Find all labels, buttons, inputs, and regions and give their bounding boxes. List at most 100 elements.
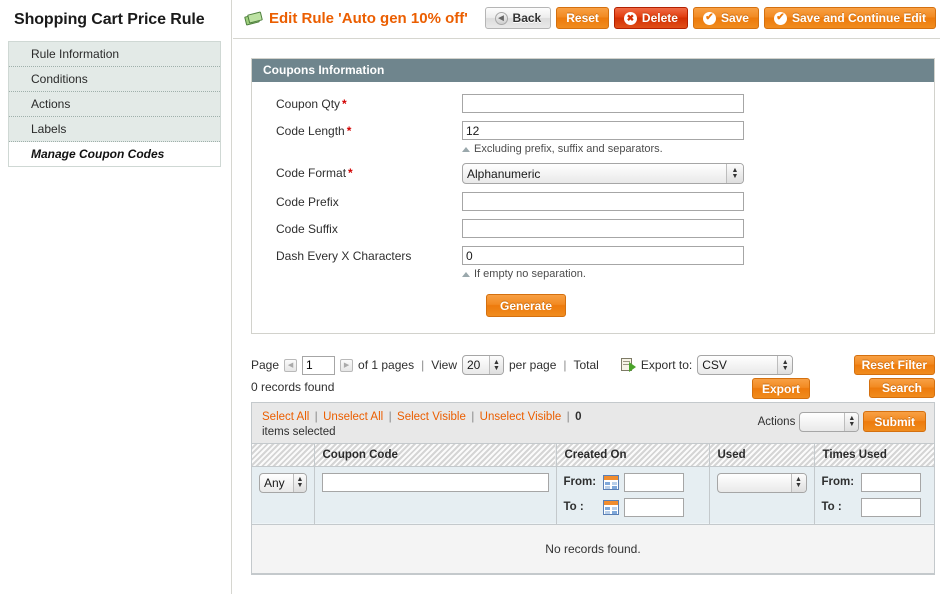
generate-button[interactable]: Generate — [486, 294, 567, 317]
header-button-group: ◀ Back Reset ✖ Delete ✔ Save ✔ Save and … — [484, 7, 936, 29]
grid-header-row: Coupon Code Created On Used Times Used — [252, 444, 934, 467]
records-found-label: 0 records found — [251, 380, 335, 394]
field-row-coupon-qty: Coupon Qty * — [252, 94, 934, 113]
code-suffix-label: Code Suffix — [276, 222, 338, 236]
code-length-label-text: Code Length — [276, 124, 345, 138]
coupon-qty-input[interactable] — [462, 94, 744, 113]
required-marker: * — [342, 97, 347, 111]
dash-every-x-characters-input[interactable] — [462, 246, 744, 265]
export-format-select-wrap: CSV ▲ ▼ — [697, 355, 794, 375]
coupon-code-filter-input[interactable] — [321, 472, 549, 492]
code-suffix-input[interactable] — [462, 219, 744, 238]
page-input[interactable] — [302, 355, 336, 375]
coupons-information-body: Coupon Qty* Code Length* Excluding prefi… — [252, 82, 934, 333]
checkbox-filter-select[interactable]: Any — [259, 472, 307, 493]
sidebar-item-labels[interactable]: Labels — [9, 117, 220, 142]
column-header-created-on[interactable]: Created On — [556, 444, 710, 467]
export-button-label: Export — [762, 381, 801, 396]
separator: | — [563, 358, 567, 372]
delete-button[interactable]: ✖ Delete — [613, 7, 688, 29]
used-filter-select[interactable] — [716, 472, 807, 493]
back-button-label: Back — [512, 11, 542, 25]
separator: | — [421, 358, 425, 372]
used-filter-select-wrap: ▲ ▼ — [716, 472, 807, 493]
created-on-to-input[interactable] — [623, 497, 684, 517]
times-used-from-row: From: — [822, 472, 928, 492]
code-format-label: Code Format * — [252, 163, 462, 180]
coupon-qty-label: Coupon Qty * — [252, 94, 462, 111]
export-format-select[interactable]: CSV — [697, 355, 794, 375]
export-button[interactable]: Export — [752, 378, 811, 399]
code-length-input[interactable] — [462, 121, 744, 140]
delete-button-label: Delete — [641, 11, 678, 25]
grid-table: Coupon Code Created On Used Times Used A… — [252, 444, 934, 574]
triangle-up-icon — [462, 146, 470, 152]
code-format-select-wrap: Alphanumeric ▲ ▼ — [462, 163, 744, 184]
rule-tabs: Rule Information Conditions Actions Labe… — [8, 41, 221, 167]
left-panel: Shopping Cart Price Rule Rule Informatio… — [0, 0, 232, 594]
column-header-checkbox[interactable] — [252, 444, 315, 467]
submit-button[interactable]: Submit — [863, 411, 926, 432]
required-marker: * — [346, 124, 352, 138]
coupon-qty-label-text: Coupon Qty — [276, 97, 341, 111]
times-used-from-input[interactable] — [860, 472, 921, 492]
code-length-note: Excluding prefix, suffix and separators. — [462, 143, 934, 155]
grid-empty-row: No records found. — [252, 524, 934, 574]
submit-button-label: Submit — [874, 414, 915, 429]
filter-cell-created-on: From: To : — [556, 466, 710, 525]
reset-button[interactable]: Reset — [556, 7, 609, 29]
field-row-dash-every-x-characters: Dash Every X Characters If empty no sepa… — [252, 246, 934, 280]
calendar-icon[interactable] — [602, 499, 619, 515]
sidebar-item-manage-coupon-codes[interactable]: Manage Coupon Codes — [9, 142, 220, 167]
column-header-coupon-code[interactable]: Coupon Code — [314, 444, 557, 467]
calendar-icon[interactable] — [602, 474, 619, 490]
save-and-continue-edit-button[interactable]: ✔ Save and Continue Edit — [763, 7, 936, 29]
of-pages-label: of 1 pages — [358, 358, 415, 372]
unselect-all-link[interactable]: Unselect All — [323, 411, 383, 423]
code-prefix-input[interactable] — [462, 192, 744, 211]
created-on-from-label: From: — [563, 476, 597, 488]
next-page-icon[interactable]: ▶ — [340, 358, 354, 372]
save-button[interactable]: ✔ Save — [692, 7, 759, 29]
column-header-times-used[interactable]: Times Used — [814, 444, 934, 467]
actions-select-wrap: ▲ ▼ — [799, 411, 860, 432]
massaction-bar: Select All | Unselect All | Select Visib… — [252, 403, 934, 444]
filter-cell-used: ▲ ▼ — [709, 466, 815, 525]
grid-filter-row: Any ▲ ▼ From: To: ▲ ▼ From: To: — [252, 466, 934, 525]
column-header-used[interactable]: Used — [709, 444, 815, 467]
search-button[interactable]: Search — [868, 378, 935, 398]
total-label: Total — [573, 358, 599, 372]
code-length-note-text: Excluding prefix, suffix and separators. — [474, 143, 663, 155]
field-row-code-format: Code Format * Alphanumeric ▲ ▼ — [252, 163, 934, 184]
massaction-right: Actions ▲ ▼ Submit — [758, 411, 926, 432]
reset-filter-button[interactable]: Reset Filter — [853, 355, 935, 375]
back-button[interactable]: ◀ Back — [484, 7, 552, 29]
grid-toolbar-left: Page ◀ ▶ of 1 pages | View 20 ▲▼ per pag… — [251, 355, 935, 375]
coupons-information-panel: Coupons Information Coupon Qty * Code Len… — [251, 58, 935, 334]
per-page-label: per page — [509, 358, 557, 372]
sidebar-item-rule-information[interactable]: Rule Information — [9, 42, 220, 67]
filter-cell-checkbox: Any ▲ ▼ — [252, 466, 315, 525]
select-all-link[interactable]: Select All — [262, 411, 309, 423]
previous-page-icon[interactable]: ◀ — [284, 358, 298, 372]
unselect-visible-link[interactable]: Unselect Visible — [480, 411, 562, 423]
sidebar-item-conditions[interactable]: Conditions — [9, 67, 220, 92]
actions-label: Actions — [757, 415, 796, 428]
select-visible-link[interactable]: Select Visible — [397, 411, 466, 423]
coupons-information-legend: Coupons Information — [252, 59, 934, 82]
selected-count: 0 — [575, 411, 582, 423]
coupon-codes-grid: Select All | Unselect All | Select Visib… — [251, 402, 935, 575]
filter-cell-coupon-code — [314, 466, 557, 525]
per-page-select[interactable]: 20 — [462, 355, 504, 375]
created-on-from-input[interactable] — [623, 472, 684, 492]
actions-select[interactable] — [799, 411, 860, 432]
sidebar-item-actions[interactable]: Actions — [9, 92, 220, 117]
reset-filter-button-label: Reset Filter — [861, 358, 927, 372]
separator: | — [566, 409, 570, 423]
times-used-to-input[interactable] — [860, 497, 921, 517]
generate-button-label: Generate — [500, 298, 553, 313]
code-format-select[interactable]: Alphanumeric — [462, 163, 744, 184]
dash-every-x-characters-label: Dash Every X Characters — [276, 249, 412, 263]
content-header: Edit Rule 'Auto gen 10% off' ◀ Back Rese… — [233, 0, 940, 39]
arrow-left-icon: ◀ — [494, 11, 508, 25]
